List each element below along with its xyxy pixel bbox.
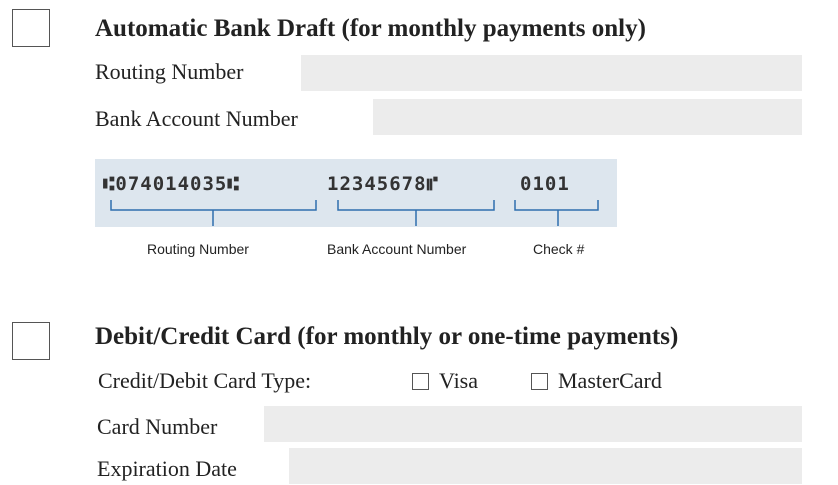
mastercard-label: MasterCard	[558, 368, 662, 393]
check-number-caption: Check #	[533, 241, 585, 257]
account-bracket	[337, 200, 495, 211]
card-payment-title: Debit/Credit Card (for monthly or one-ti…	[95, 323, 679, 350]
visa-label: Visa	[439, 368, 479, 393]
routing-bracket	[110, 200, 317, 211]
card-type-label: Credit/Debit Card Type:	[98, 368, 312, 393]
mastercard-checkbox[interactable]	[531, 373, 548, 390]
routing-number-caption: Routing Number	[147, 241, 249, 257]
card-number-field[interactable]	[264, 406, 802, 442]
visa-checkbox[interactable]	[412, 373, 429, 390]
expiration-date-field[interactable]	[289, 448, 802, 484]
bank-account-number-caption: Bank Account Number	[327, 241, 467, 257]
card-number-label: Card Number	[97, 414, 218, 439]
check-number-bracket	[514, 200, 599, 211]
expiration-date-label: Expiration Date	[97, 456, 237, 481]
card-payment-checkbox[interactable]	[12, 322, 50, 360]
